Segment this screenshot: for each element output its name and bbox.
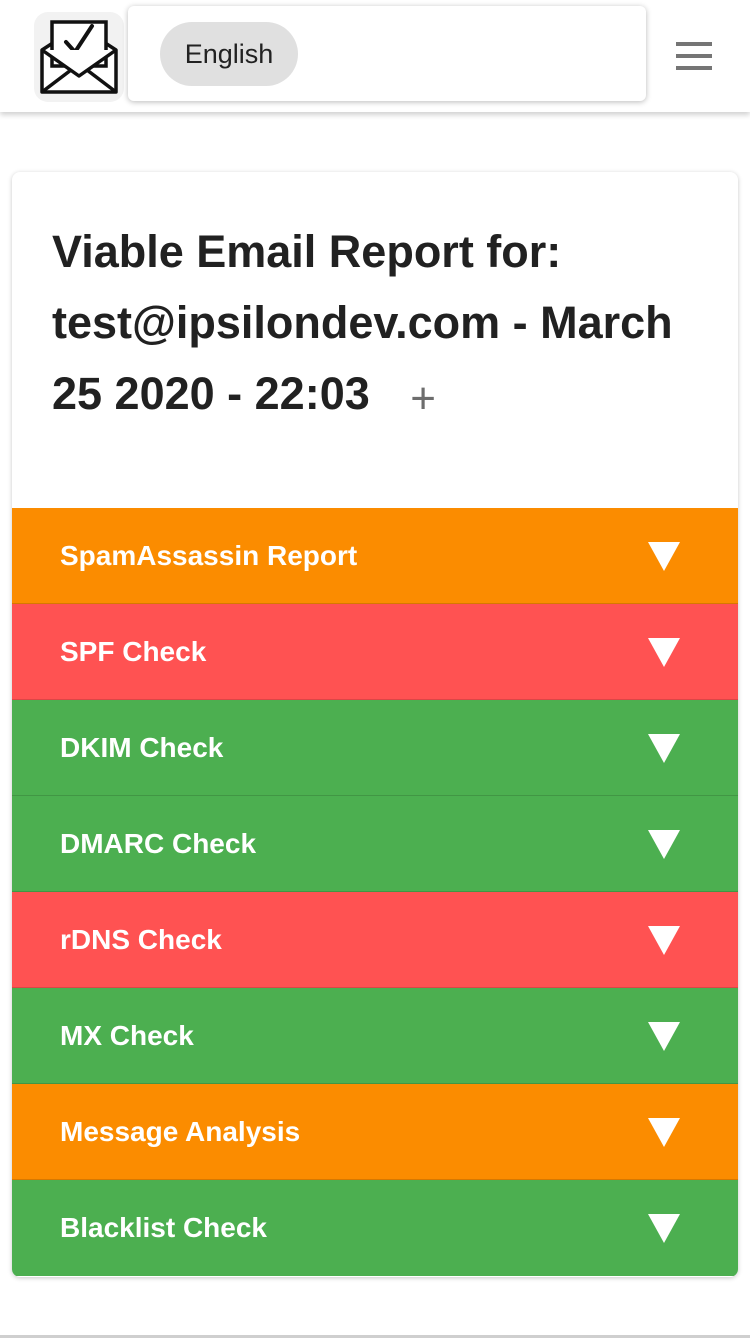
report-title-text: Viable Email Report for: test@ipsilondev… <box>52 226 673 419</box>
triangle-down-icon <box>648 1118 680 1147</box>
menu-icon-bar-top <box>676 42 712 46</box>
language-selector-bar: English <box>128 6 646 101</box>
bottom-divider <box>0 1335 750 1338</box>
menu-icon-bar-bottom <box>676 66 712 70</box>
section-spf-check[interactable]: SPF Check <box>12 604 738 700</box>
triangle-down-icon <box>648 830 680 859</box>
section-label: SPF Check <box>60 636 207 667</box>
section-blacklist-check[interactable]: Blacklist Check <box>12 1180 738 1276</box>
section-label: Blacklist Check <box>60 1212 267 1243</box>
section-label: SpamAssassin Report <box>60 540 358 571</box>
section-message-analysis[interactable]: Message Analysis <box>12 1084 738 1180</box>
triangle-down-icon <box>648 542 680 571</box>
triangle-down-icon <box>648 1022 680 1051</box>
section-rdns-check[interactable]: rDNS Check <box>12 892 738 988</box>
expand-plus-button[interactable]: + <box>410 363 436 434</box>
envelope-check-icon <box>40 20 118 94</box>
triangle-down-icon <box>648 734 680 763</box>
language-chip[interactable]: English <box>160 22 298 86</box>
section-label: MX Check <box>60 1020 194 1051</box>
section-label: Message Analysis <box>60 1116 301 1147</box>
section-mx-check[interactable]: MX Check <box>12 988 738 1084</box>
section-label: rDNS Check <box>60 924 222 955</box>
top-app-bar: English <box>0 0 750 112</box>
menu-button[interactable] <box>672 40 716 72</box>
menu-icon-bar-middle <box>676 54 712 58</box>
section-label: DMARC Check <box>60 828 257 859</box>
app-logo[interactable] <box>34 12 124 102</box>
section-label: DKIM Check <box>60 732 224 763</box>
section-spamassassin-report[interactable]: SpamAssassin Report <box>12 508 738 604</box>
section-dmarc-check[interactable]: DMARC Check <box>12 796 738 892</box>
report-card: Viable Email Report for: test@ipsilondev… <box>12 172 738 1277</box>
triangle-down-icon <box>648 638 680 667</box>
report-title: Viable Email Report for: test@ipsilondev… <box>52 216 702 434</box>
language-chip-label: English <box>184 38 274 69</box>
section-dkim-check[interactable]: DKIM Check <box>12 700 738 796</box>
triangle-down-icon <box>648 1214 680 1243</box>
triangle-down-icon <box>648 926 680 955</box>
check-sections-list: SpamAssassin Report SPF Check DKIM Check… <box>12 508 738 1276</box>
